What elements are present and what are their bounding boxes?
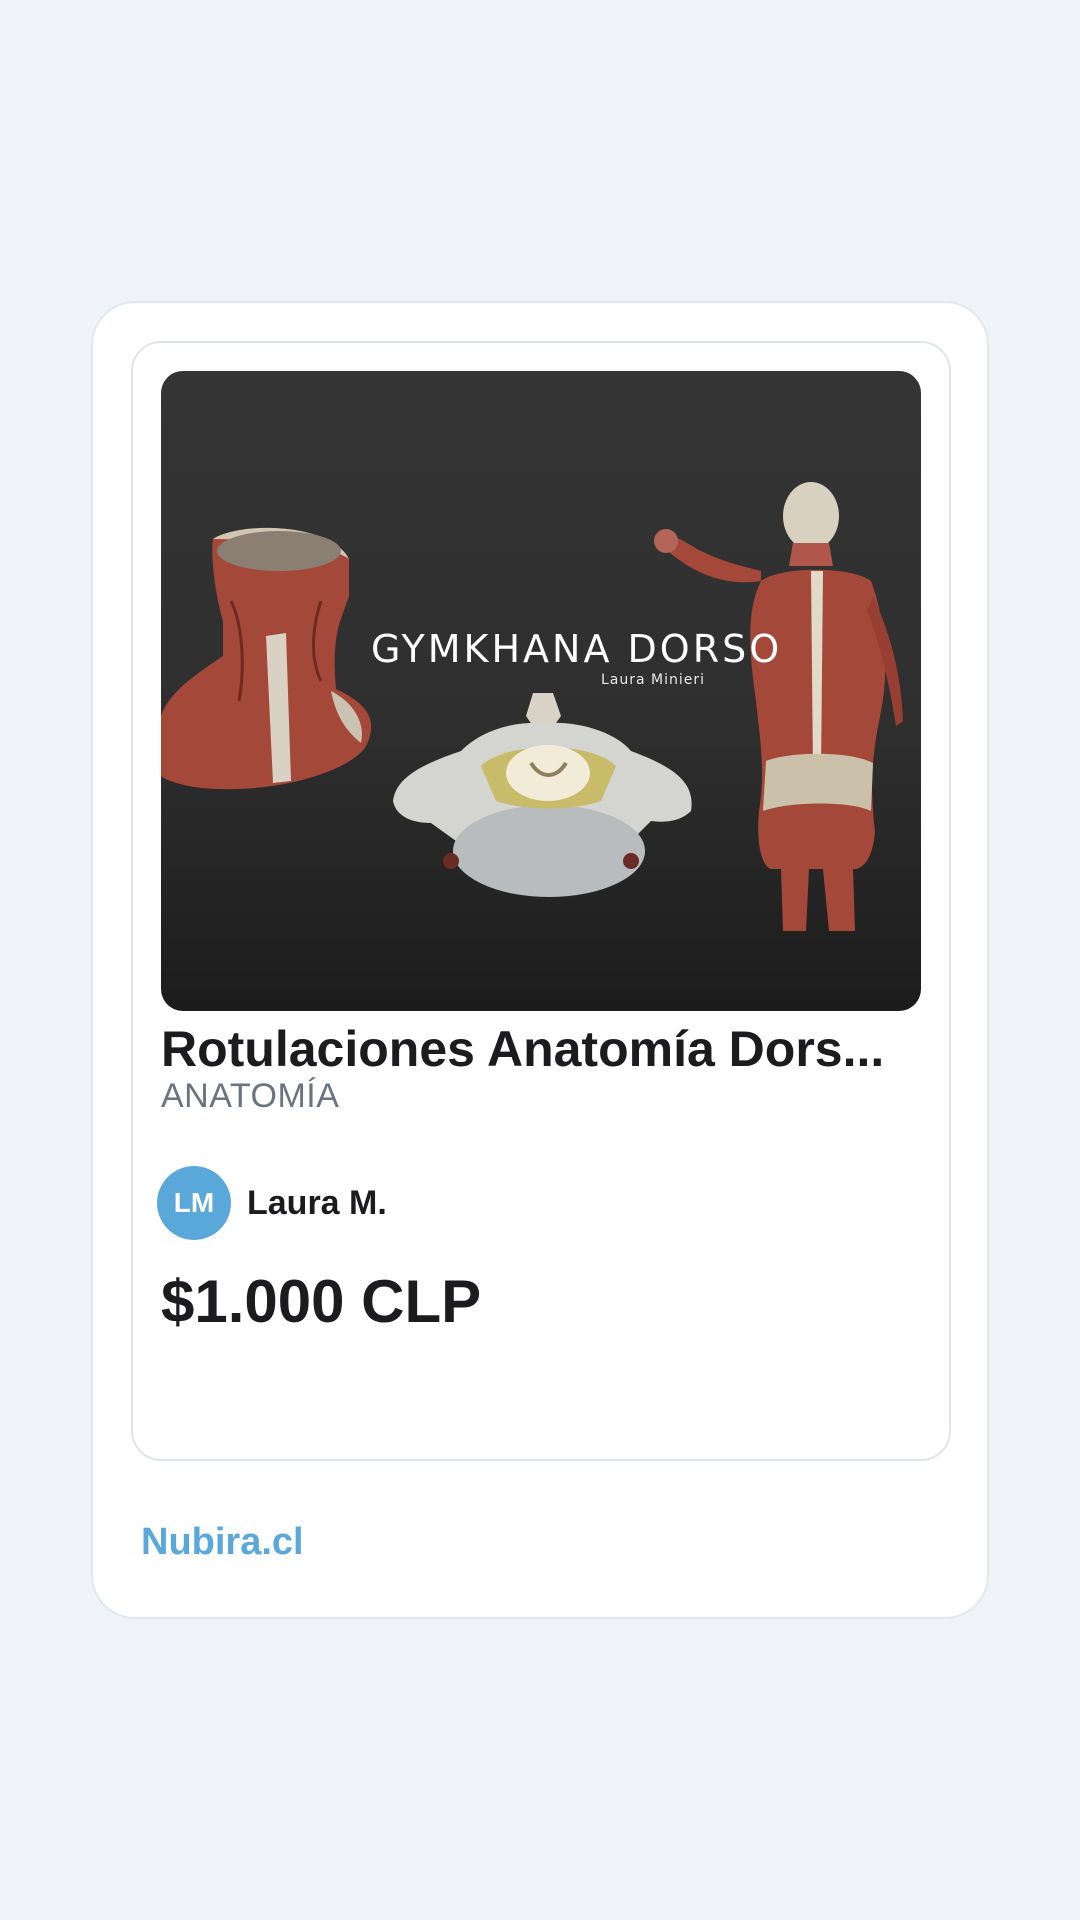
product-title[interactable]: Rotulaciones Anatomía Dors...	[161, 1017, 921, 1082]
product-cover-image[interactable]: GYMKHANA DORSO Laura Minieri	[161, 371, 921, 1011]
product-price: $1.000 CLP	[161, 1268, 482, 1335]
share-card: GYMKHANA DORSO Laura Minieri Rotulacione…	[91, 301, 989, 1619]
brand-link[interactable]: Nubira.cl	[141, 1521, 304, 1564]
product-card[interactable]: GYMKHANA DORSO Laura Minieri Rotulacione…	[131, 341, 951, 1461]
avatar: LM	[157, 1166, 231, 1240]
anatomy-illustration	[161, 482, 903, 931]
vertebra-model-figure	[393, 693, 692, 897]
cover-author-text: Laura Minieri	[601, 672, 706, 688]
seller-info[interactable]: LM Laura M.	[157, 1166, 387, 1240]
cover-title-text: GYMKHANA DORSO	[371, 627, 783, 671]
seller-name: Laura M.	[247, 1183, 387, 1222]
neck-model-figure	[161, 527, 372, 790]
product-category: ANATOMÍA	[161, 1077, 340, 1115]
back-muscles-figure	[654, 482, 903, 931]
